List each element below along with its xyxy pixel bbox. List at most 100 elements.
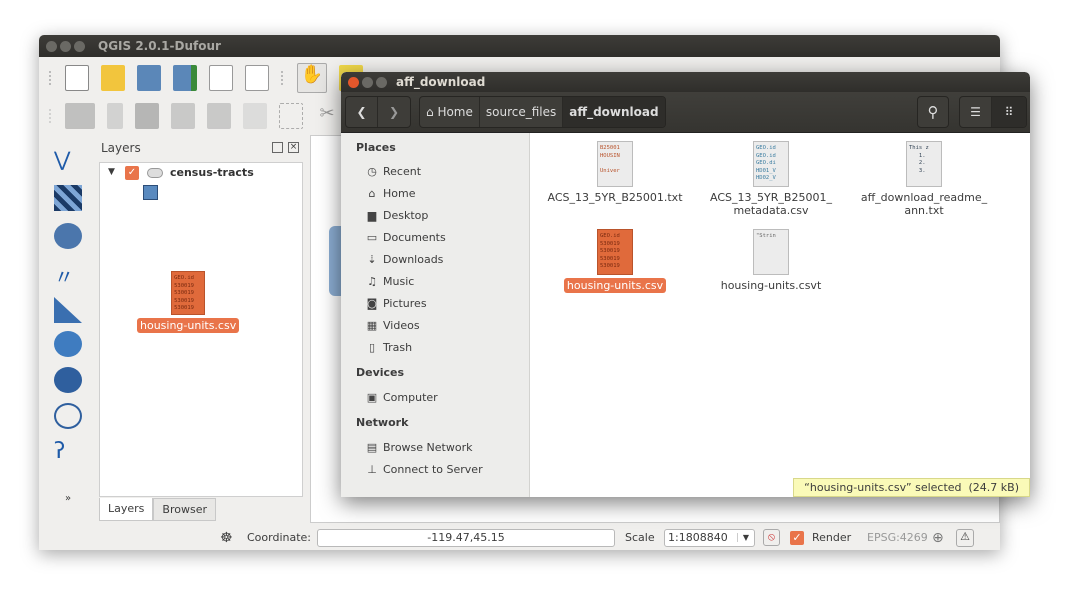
add-delimited-text-layer-icon[interactable]: ʔ bbox=[54, 439, 82, 465]
folder-icon: ▭ bbox=[366, 231, 378, 244]
add-wms-layer-icon[interactable] bbox=[54, 331, 82, 357]
file-item[interactable]: B25001 HOUSIN Univer ACS_13_5YR_B25001.tx… bbox=[545, 141, 685, 204]
composer-manager-icon[interactable] bbox=[245, 65, 269, 91]
sidebar-item-label: Trash bbox=[383, 341, 413, 354]
dragged-file-label: housing-units.csv bbox=[137, 318, 240, 333]
save-project-icon[interactable] bbox=[137, 65, 161, 91]
file-item-selected[interactable]: GEO.id 530019 530019 530019 530019 housin… bbox=[545, 229, 685, 293]
music-icon: ♫ bbox=[367, 275, 377, 288]
save-as-icon[interactable] bbox=[173, 65, 197, 91]
more-tools-chevron-icon[interactable]: » bbox=[54, 493, 82, 519]
float-panel-button[interactable] bbox=[272, 142, 283, 153]
layer-symbol[interactable] bbox=[143, 185, 158, 200]
sidebar-item-music[interactable]: ♫ Music bbox=[365, 275, 414, 288]
forward-button[interactable]: ❯ bbox=[378, 97, 410, 127]
sidebar-item-connect-to-server[interactable]: ⊥ Connect to Server bbox=[365, 463, 483, 476]
pan-hand-icon[interactable]: ✋ bbox=[297, 63, 327, 93]
expand-triangle-icon[interactable]: ▼ bbox=[108, 167, 115, 177]
add-raster-layer-icon[interactable] bbox=[54, 185, 82, 211]
node-tool-icon[interactable] bbox=[243, 103, 267, 129]
sidebar-section-places: Places bbox=[356, 141, 396, 154]
save-edits-icon[interactable] bbox=[135, 103, 159, 129]
delete-selected-icon[interactable] bbox=[279, 103, 303, 129]
add-postgis-layer-icon[interactable] bbox=[54, 223, 82, 249]
cut-icon[interactable]: ✂ bbox=[315, 103, 339, 129]
file-item[interactable]: "Strin housing-units.csvt bbox=[701, 229, 841, 292]
search-button[interactable]: ⚲ bbox=[917, 96, 949, 128]
sidebar-item-pictures[interactable]: ◙ Pictures bbox=[365, 297, 427, 310]
scale-combobox[interactable]: 1:1808840 ▼ bbox=[664, 528, 755, 547]
coordinate-field[interactable]: -119.47,45.15 bbox=[317, 528, 615, 547]
render-checkbox[interactable]: ✓ bbox=[790, 530, 804, 545]
sidebar-item-label: Pictures bbox=[383, 297, 427, 310]
sidebar-item-documents[interactable]: ▭ Documents bbox=[365, 231, 446, 244]
breadcrumb-source-files[interactable]: source_files bbox=[480, 97, 564, 127]
minimize-button[interactable] bbox=[60, 40, 71, 52]
network-icon: ▤ bbox=[366, 441, 378, 454]
stop-render-icon[interactable]: ⦸ bbox=[763, 529, 780, 546]
file-name: housing-units.csvt bbox=[720, 279, 822, 292]
minimize-button[interactable] bbox=[362, 76, 373, 88]
open-project-icon[interactable] bbox=[101, 65, 125, 91]
toolbar-grip[interactable] bbox=[49, 71, 53, 85]
close-panel-button[interactable]: × bbox=[288, 142, 299, 153]
close-button[interactable] bbox=[46, 40, 57, 52]
window-title: QGIS 2.0.1-Dufour bbox=[98, 39, 221, 53]
add-wcs-layer-icon[interactable] bbox=[54, 367, 82, 393]
edit-toolbar: ✂ bbox=[49, 103, 339, 129]
current-edits-icon[interactable] bbox=[65, 103, 95, 129]
sidebar-item-desktop[interactable]: ▆ Desktop bbox=[365, 209, 429, 222]
add-mssql-layer-icon[interactable] bbox=[54, 297, 82, 323]
maximize-button[interactable] bbox=[376, 76, 387, 88]
tab-layers[interactable]: Layers bbox=[99, 498, 154, 521]
move-feature-icon[interactable] bbox=[207, 103, 231, 129]
file-name: ACS_13_5YR_B25001_ metadata.csv bbox=[710, 191, 832, 217]
file-item[interactable]: This z 1. 2. 3. aff_download_readme_ ann.… bbox=[854, 141, 994, 217]
toolbar-grip bbox=[281, 71, 285, 85]
sidebar-item-label: Music bbox=[383, 275, 415, 288]
messages-warning-icon[interactable]: ⚠ bbox=[956, 528, 974, 547]
download-icon: ⇣ bbox=[367, 253, 377, 266]
sidebar-item-browse-network[interactable]: ▤ Browse Network bbox=[365, 441, 473, 454]
sidebar-section-devices: Devices bbox=[356, 366, 405, 379]
csv-file-icon: GEO.id 530019 530019 530019 530019 bbox=[171, 271, 206, 315]
sidebar-item-computer[interactable]: ▣ Computer bbox=[365, 391, 438, 404]
new-project-icon[interactable] bbox=[65, 65, 89, 91]
grid-view-button[interactable]: ⠿ bbox=[992, 97, 1026, 127]
layer-visibility-checkbox[interactable]: ✓ bbox=[125, 166, 139, 180]
sidebar-item-videos[interactable]: ▦ Videos bbox=[365, 319, 420, 332]
trash-icon: ▯ bbox=[368, 341, 376, 354]
file-item[interactable]: GEO.id GEO.id GEO.di HD01_V HD02_V ACS_13… bbox=[701, 141, 841, 217]
scale-label: Scale bbox=[625, 531, 655, 544]
sidebar-item-label: Connect to Server bbox=[383, 463, 483, 476]
file-name: aff_download_readme_ ann.txt bbox=[860, 191, 988, 217]
projection-globe-icon[interactable]: ⊕ bbox=[932, 530, 944, 546]
close-button[interactable] bbox=[348, 76, 359, 88]
camera-icon: ◙ bbox=[366, 297, 378, 310]
sidebar-item-recent[interactable]: ◷ Recent bbox=[365, 165, 421, 178]
status-bar: ☸ Coordinate: -119.47,45.15 Scale 1:1808… bbox=[39, 525, 1000, 550]
file-name: ACS_13_5YR_B25001.txt bbox=[547, 191, 683, 204]
sidebar-item-trash[interactable]: ▯ Trash bbox=[365, 341, 412, 354]
toggle-editing-icon[interactable] bbox=[107, 103, 123, 129]
breadcrumb-home[interactable]: ⌂ Home bbox=[420, 97, 480, 127]
list-view-button[interactable]: ☰ bbox=[960, 97, 992, 127]
breadcrumb-aff-download[interactable]: aff_download bbox=[563, 97, 665, 127]
sidebar-item-home[interactable]: ⌂ Home bbox=[365, 187, 416, 200]
coordinate-toggle-icon[interactable]: ☸ bbox=[220, 530, 233, 546]
toolbar-grip[interactable] bbox=[49, 109, 53, 123]
add-wfs-layer-icon[interactable] bbox=[54, 403, 82, 429]
sidebar-item-label: Recent bbox=[383, 165, 422, 178]
add-spatialite-layer-icon[interactable]: 〃 bbox=[54, 261, 82, 289]
crs-status[interactable]: EPSG:4269 bbox=[867, 531, 928, 544]
files-titlebar: aff_download bbox=[341, 72, 1030, 92]
add-vector-layer-icon[interactable]: ⋁ bbox=[54, 147, 82, 173]
layer-name[interactable]: census-tracts bbox=[170, 166, 254, 179]
back-button[interactable]: ❮ bbox=[346, 97, 378, 127]
chevron-down-icon[interactable]: ▼ bbox=[736, 533, 754, 542]
maximize-button[interactable] bbox=[74, 40, 85, 52]
tab-browser[interactable]: Browser bbox=[153, 498, 216, 521]
sidebar-item-downloads[interactable]: ⇣ Downloads bbox=[365, 253, 443, 266]
add-feature-icon[interactable] bbox=[171, 103, 195, 129]
new-print-composer-icon[interactable] bbox=[209, 65, 233, 91]
